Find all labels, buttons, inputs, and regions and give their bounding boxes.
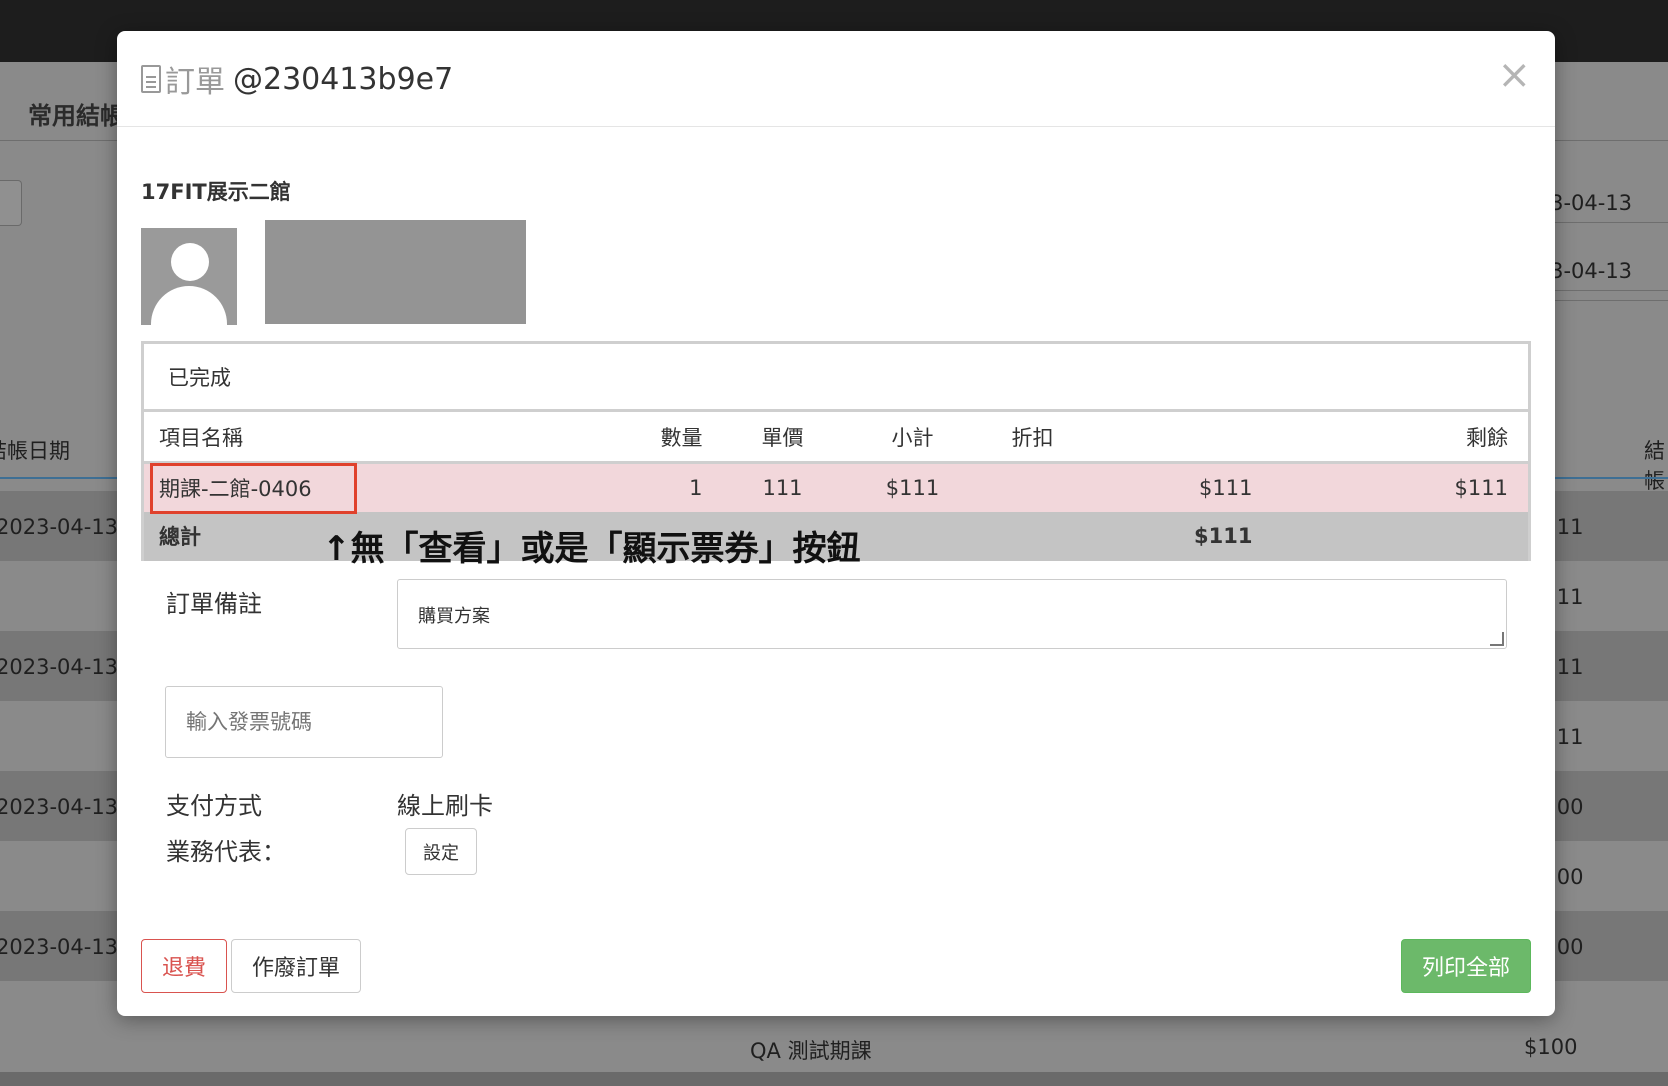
col-qty: 數量: [612, 409, 723, 464]
document-icon: [141, 65, 161, 93]
item-col6: $111: [1199, 475, 1253, 500]
item-discount: [983, 463, 1083, 512]
item-subtotal: $111: [885, 475, 940, 500]
table-header-row: 項目名稱 數量 單價 小計 折扣 剩餘: [142, 409, 1530, 464]
highlight-box: [150, 463, 357, 514]
remarks-value: 購買方案: [418, 606, 490, 627]
col-subtotal: 小計: [842, 409, 983, 464]
annotation-text: ↑無「查看」或是「顯示票券」按鈕: [322, 529, 861, 569]
bg-panel-title: 常用結帳: [28, 102, 124, 130]
item-remaining: $111: [1454, 475, 1508, 500]
refund-button[interactable]: 退費: [141, 939, 227, 993]
payment-label: 支付方式: [166, 792, 262, 820]
item-qty: 1: [689, 475, 703, 500]
bg-row-item: QA 測試期課: [750, 1039, 872, 1063]
title-prefix: 訂單: [165, 65, 225, 100]
bg-button: [0, 180, 22, 226]
bg-settle-header: 結帳: [1644, 439, 1665, 493]
sales-rep-label: 業務代表：: [166, 838, 286, 866]
order-id: @230413b9e7: [233, 61, 454, 97]
avatar: [141, 228, 237, 325]
set-sales-rep-button[interactable]: 設定: [405, 828, 477, 875]
close-icon[interactable]: ×: [1497, 55, 1531, 95]
col-6: [1082, 409, 1273, 464]
divider: [1550, 290, 1668, 291]
payment-value: 線上刷卡: [397, 792, 493, 820]
store-name: 17FIT展示二館: [141, 180, 291, 204]
total-amount: $111: [1194, 524, 1253, 548]
col-name: 項目名稱: [142, 409, 613, 464]
remarks-label: 訂單備註: [166, 590, 262, 618]
modal-title: 訂單 @230413b9e7: [141, 57, 453, 101]
resize-grip-icon[interactable]: [1490, 632, 1504, 646]
col-price: 單價: [722, 409, 843, 464]
col-remaining: 剩餘: [1272, 409, 1530, 464]
col-discount: 折扣: [982, 409, 1083, 464]
invoice-number-input[interactable]: [165, 686, 443, 758]
bg-row-amount: $100: [1524, 1035, 1578, 1059]
divider: [1550, 300, 1668, 301]
order-status: 已完成: [141, 341, 1531, 409]
remarks-textarea[interactable]: 購買方案: [397, 579, 1507, 649]
bg-date-header: 結帳日期: [0, 439, 70, 463]
bg-table-row: QA 測試期課 $100: [0, 1011, 1668, 1072]
void-order-button[interactable]: 作廢訂單: [231, 939, 361, 993]
divider: [1550, 222, 1668, 223]
item-price: 111: [762, 475, 803, 500]
modal-header: 訂單 @230413b9e7 ×: [117, 31, 1555, 127]
photo-placeholder: [265, 220, 526, 324]
print-all-button[interactable]: 列印全部: [1401, 939, 1531, 993]
bg-footer: [0, 1072, 1668, 1086]
